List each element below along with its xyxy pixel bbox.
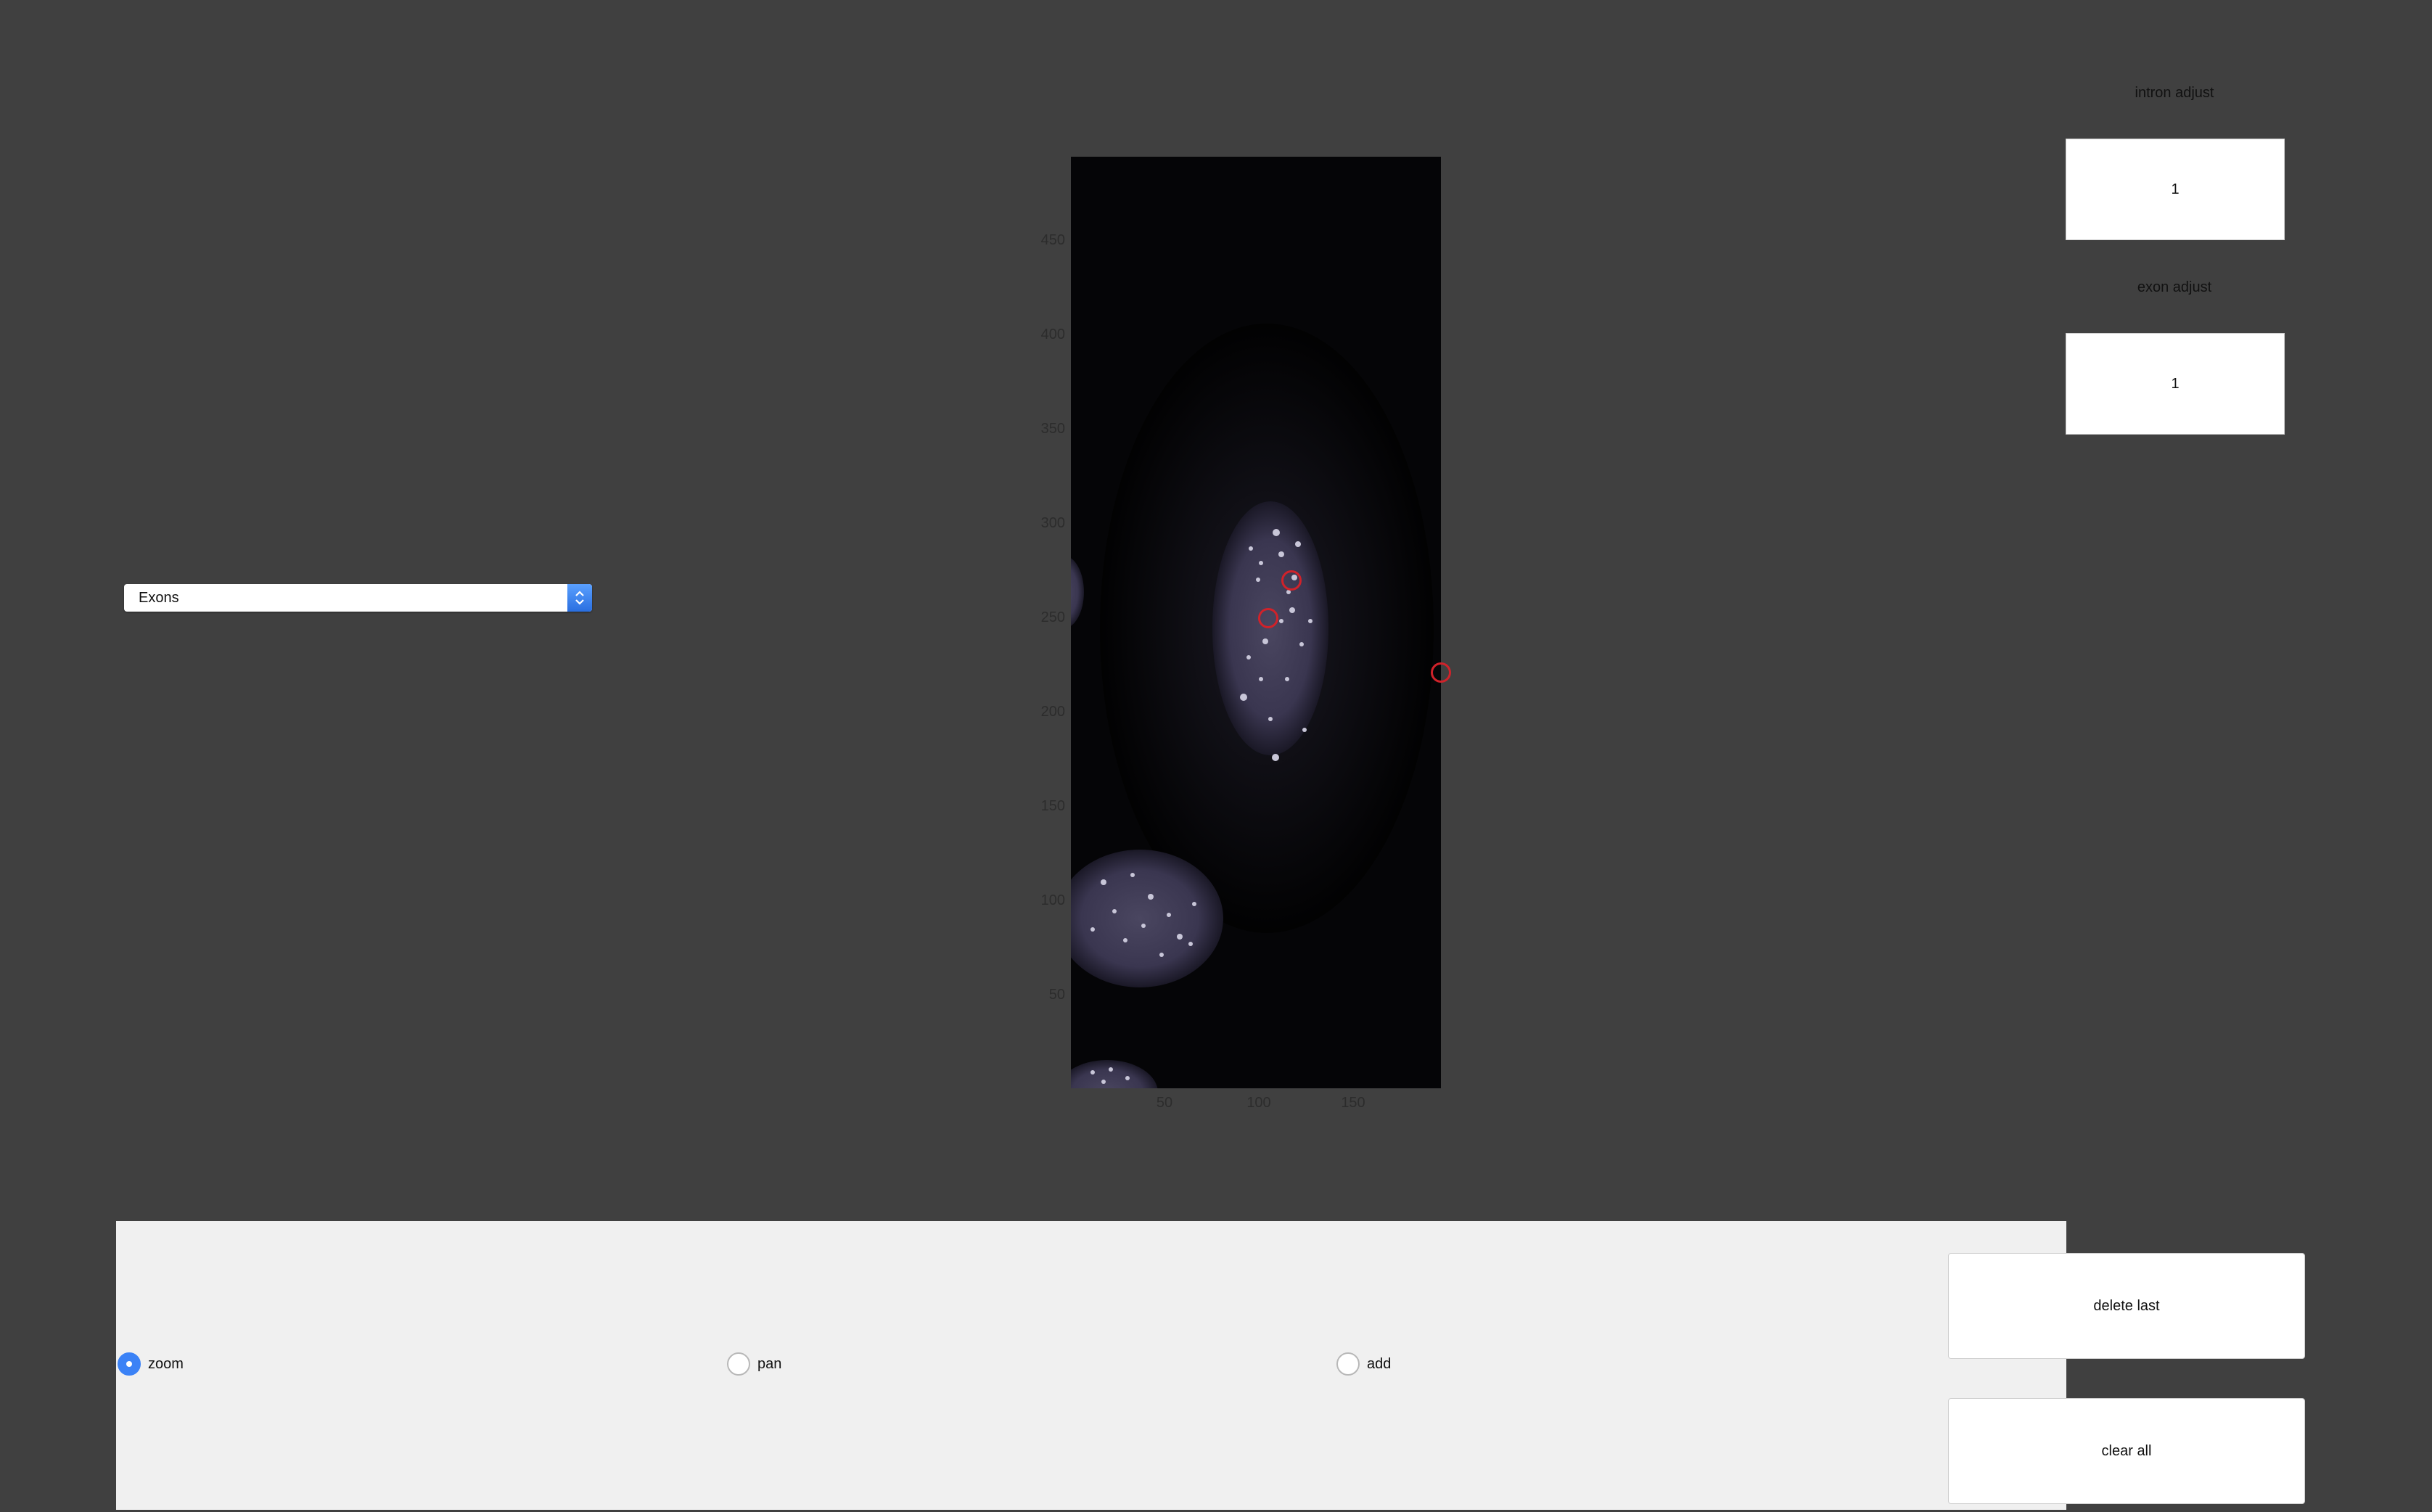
channel-dropdown-value: Exons — [139, 590, 179, 606]
y-tick-label: 150 — [1040, 798, 1065, 814]
exon-adjust-label: exon adjust — [2137, 279, 2212, 295]
chevron-updown-icon[interactable] — [567, 584, 592, 612]
radio-zoom[interactable]: zoom — [118, 1352, 184, 1376]
x-tick-label: 150 — [1341, 1095, 1365, 1111]
image-axes[interactable] — [1071, 157, 1441, 1088]
radio-selected-icon[interactable] — [118, 1352, 141, 1376]
radio-pan[interactable]: pan — [727, 1352, 781, 1376]
y-tick-label: 50 — [1048, 987, 1065, 1003]
y-tick-label: 200 — [1040, 704, 1065, 720]
channel-dropdown[interactable]: Exons — [124, 584, 592, 612]
intron-adjust-label: intron adjust — [2135, 85, 2214, 101]
radio-zoom-label: zoom — [148, 1355, 184, 1372]
radio-add-label: add — [1367, 1355, 1392, 1372]
y-tick-label: 450 — [1040, 232, 1065, 248]
x-tick-label: 100 — [1246, 1095, 1271, 1111]
mode-panel: zoom pan add — [116, 1221, 2066, 1510]
app-window: Exons 450 400 350 300 250 200 150 100 50 — [0, 0, 2432, 1512]
x-tick-label: 50 — [1156, 1095, 1173, 1111]
marked-spot[interactable] — [1258, 608, 1278, 628]
y-tick-label: 400 — [1040, 326, 1065, 342]
microscopy-image — [1071, 157, 1441, 1088]
marked-spot[interactable] — [1281, 570, 1302, 591]
y-tick-label: 300 — [1040, 515, 1065, 531]
radio-unselected-icon[interactable] — [727, 1352, 750, 1376]
clear-all-button[interactable]: clear all — [1948, 1398, 2305, 1504]
delete-last-button[interactable]: delete last — [1948, 1253, 2305, 1359]
radio-add[interactable]: add — [1336, 1352, 1391, 1376]
marked-spot[interactable] — [1431, 662, 1451, 683]
y-tick-label: 100 — [1040, 892, 1065, 908]
exon-adjust-field[interactable]: 1 — [2066, 333, 2285, 435]
radio-unselected-icon[interactable] — [1336, 1352, 1360, 1376]
y-tick-label: 350 — [1040, 421, 1065, 437]
intron-adjust-field[interactable]: 1 — [2066, 139, 2285, 240]
radio-pan-label: pan — [757, 1355, 782, 1372]
y-tick-label: 250 — [1040, 609, 1065, 625]
